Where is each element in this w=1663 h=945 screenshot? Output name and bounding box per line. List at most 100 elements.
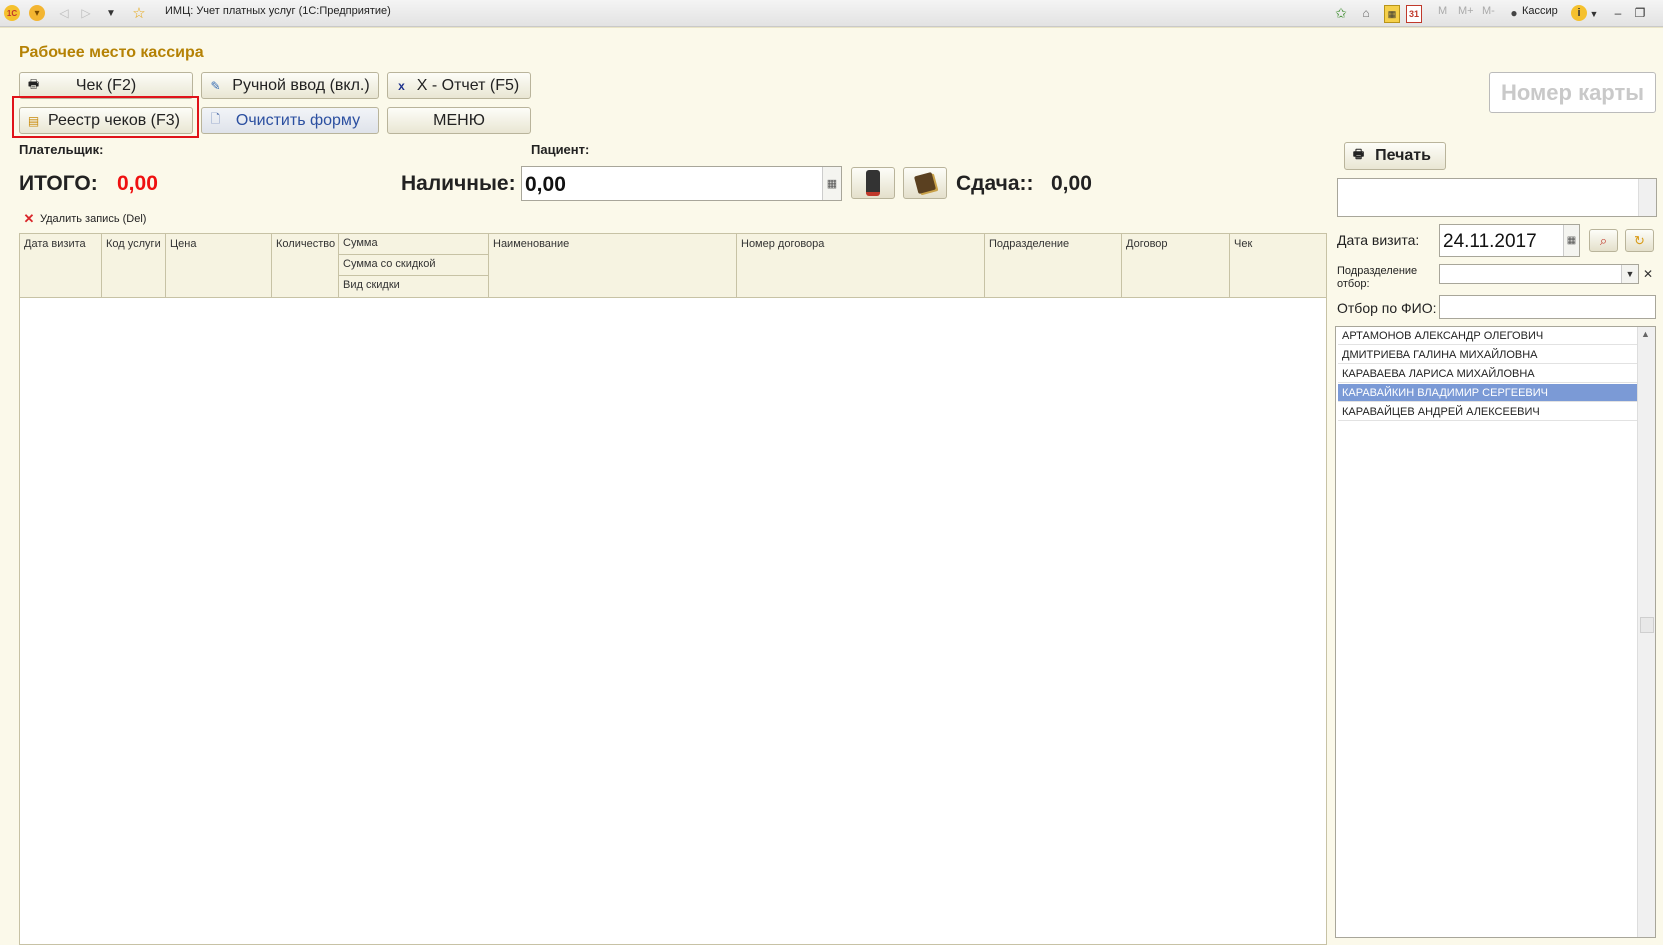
user-name[interactable]: Кассир	[1522, 5, 1558, 17]
column-check[interactable]: Чек	[1230, 234, 1326, 297]
cash-input-value: 0,00	[525, 173, 566, 196]
registry-button-label: Реестр чеков (F3)	[47, 111, 181, 129]
document-icon: 🗋	[210, 112, 221, 126]
forward-arrow-icon[interactable]: ▷	[79, 5, 93, 21]
user-icon: ●	[1510, 6, 1518, 20]
patient-list-scrollbar[interactable]: ▲	[1637, 327, 1655, 937]
print-button-label: Печать	[1375, 147, 1431, 164]
x-report-button[interactable]: x X - Отчет (F5)	[387, 72, 531, 99]
services-table[interactable]: Дата визита Код услуги Цена Количество С…	[19, 233, 1327, 945]
manual-input-button-label: Ручной ввод (вкл.)	[232, 76, 370, 94]
form-top-border	[0, 27, 1663, 36]
visit-date-input[interactable]: 24.11.2017 ▦	[1439, 224, 1580, 257]
minimize-icon[interactable]: –	[1611, 5, 1625, 21]
visit-date-value: 24.11.2017	[1443, 231, 1537, 252]
add-favorite-icon[interactable]: ✩	[1333, 5, 1349, 21]
printer-icon: 🖶	[1352, 147, 1365, 161]
department-filter-input[interactable]: ▼	[1439, 264, 1639, 284]
clear-form-button[interactable]: 🗋 Очистить форму	[201, 107, 379, 134]
print-button[interactable]: 🖶 Печать	[1344, 142, 1446, 170]
column-discount-sum[interactable]: Сумма со скидкой	[339, 255, 488, 276]
patient-list[interactable]: АРТАМОНОВ АЛЕКСАНДР ОЛЕГОВИЧ ДМИТРИЕВА Г…	[1335, 326, 1656, 938]
fio-filter-input[interactable]	[1439, 295, 1656, 319]
card-number-field[interactable]: Номер карты	[1489, 72, 1656, 113]
favorites-star-icon[interactable]: ☆	[130, 4, 148, 22]
column-department[interactable]: Подразделение	[985, 234, 1122, 297]
list-item[interactable]: АРТАМОНОВ АЛЕКСАНДР ОЛЕГОВИЧ	[1338, 327, 1638, 345]
payment-device-button[interactable]	[903, 167, 947, 199]
patient-info-box[interactable]	[1337, 178, 1657, 217]
menu-button[interactable]: МЕНЮ	[387, 107, 531, 134]
total-label: ИТОГО:	[19, 172, 98, 195]
delete-record-button[interactable]: Удалить запись (Del)	[40, 213, 146, 225]
history-dropdown-icon[interactable]: ▼	[104, 5, 118, 21]
form-title: Рабочее место кассира	[19, 44, 204, 61]
clear-form-button-label: Очистить форму	[235, 111, 361, 129]
memory-plus-button[interactable]: M+	[1458, 5, 1474, 17]
total-value: 0,00	[117, 172, 158, 195]
calculator-icon[interactable]: ▦	[1384, 5, 1400, 23]
refresh-icon: ↻	[1634, 232, 1645, 248]
column-price[interactable]: Цена	[166, 234, 272, 297]
cash-label: Наличные:	[401, 172, 516, 195]
window-titlebar: 1С ▾ ◁ ▷ ▼ ☆ ИМЦ: Учет платных услуг (1С…	[0, 0, 1663, 27]
app-logo-icon[interactable]: 1С	[4, 5, 20, 21]
column-sum-group: Сумма Сумма со скидкой Вид скидки	[339, 234, 489, 297]
column-visit-date[interactable]: Дата визита	[20, 234, 102, 297]
cash-input[interactable]: 0,00 ▦	[521, 166, 842, 201]
window-title: ИМЦ: Учет платных услуг (1С:Предприятие)	[165, 5, 391, 17]
patient-label: Пациент:	[531, 142, 590, 157]
main-menu-dropdown-icon[interactable]: ▾	[29, 5, 45, 21]
visit-date-label: Дата визита:	[1337, 232, 1420, 248]
info-icon[interactable]: i	[1571, 5, 1587, 21]
memory-button[interactable]: M	[1438, 5, 1447, 17]
card-terminal-icon	[866, 170, 880, 196]
column-discount-type[interactable]: Вид скидки	[339, 276, 488, 297]
department-dropdown-icon[interactable]: ▼	[1621, 265, 1638, 283]
list-item[interactable]: КАРАВАЙЦЕВ АНДРЕЙ АЛЕКСЕЕВИЧ	[1338, 403, 1638, 421]
fio-filter-label: Отбор по ФИО:	[1337, 300, 1437, 316]
refresh-button[interactable]: ↻	[1625, 229, 1654, 252]
column-quantity[interactable]: Количество	[272, 234, 339, 297]
x-report-icon: x	[398, 78, 405, 93]
delete-icon[interactable]: ✕	[23, 211, 35, 226]
manual-input-icon: ✎	[210, 78, 221, 93]
change-value: 0,00	[1051, 172, 1092, 195]
column-contract[interactable]: Договор	[1122, 234, 1230, 297]
scroll-thumb[interactable]	[1640, 617, 1654, 633]
info-dropdown-icon[interactable]: ▼	[1589, 7, 1599, 21]
column-sum[interactable]: Сумма	[339, 234, 488, 255]
card-number-label: Номер карты	[1500, 79, 1645, 105]
check-button-label: Чек (F2)	[75, 76, 137, 94]
clear-filter-icon[interactable]: ✕	[1641, 266, 1655, 282]
column-contract-number[interactable]: Номер договора	[737, 234, 985, 297]
check-button[interactable]: 🖶 Чек (F2)	[19, 72, 193, 99]
registry-icon: ▤	[27, 113, 40, 128]
date-picker-icon[interactable]: ▦	[1563, 225, 1579, 256]
home-page-icon[interactable]: ⌂	[1358, 5, 1374, 21]
list-item[interactable]: КАРАВАЕВА ЛАРИСА МИХАЙЛОВНА	[1338, 365, 1638, 383]
back-arrow-icon[interactable]: ◁	[57, 5, 71, 21]
change-label: Сдача::	[956, 172, 1034, 195]
department-filter-label: Подразделение отбор:	[1337, 265, 1418, 290]
info-box-scrollbar[interactable]	[1638, 179, 1656, 216]
memory-minus-button[interactable]: M-	[1482, 5, 1495, 17]
scroll-up-icon[interactable]: ▲	[1641, 329, 1650, 339]
menu-button-label: МЕНЮ	[433, 111, 485, 129]
column-name[interactable]: Наименование	[489, 234, 737, 297]
registry-button[interactable]: ▤ Реестр чеков (F3)	[19, 107, 193, 134]
list-item[interactable]: ДМИТРИЕВА ГАЛИНА МИХАЙЛОВНА	[1338, 346, 1638, 364]
card-terminal-button[interactable]	[851, 167, 895, 199]
calendar-icon[interactable]: 31	[1406, 5, 1422, 23]
payer-label: Плательщик:	[19, 142, 104, 157]
manual-input-button[interactable]: ✎ Ручной ввод (вкл.)	[201, 72, 379, 99]
list-item-selected[interactable]: КАРАВАЙКИН ВЛАДИМИР СЕРГЕЕВИЧ	[1338, 384, 1638, 402]
x-report-button-label: X - Отчет (F5)	[416, 76, 520, 94]
table-header: Дата визита Код услуги Цена Количество С…	[20, 234, 1326, 298]
calculator-button-icon[interactable]: ▦	[822, 167, 841, 200]
restore-icon[interactable]: ❐	[1633, 5, 1647, 21]
payment-device-icon	[913, 171, 937, 195]
printer-icon: 🖶	[27, 77, 40, 91]
search-patient-button[interactable]: ⌕	[1589, 229, 1618, 252]
column-service-code[interactable]: Код услуги	[102, 234, 166, 297]
